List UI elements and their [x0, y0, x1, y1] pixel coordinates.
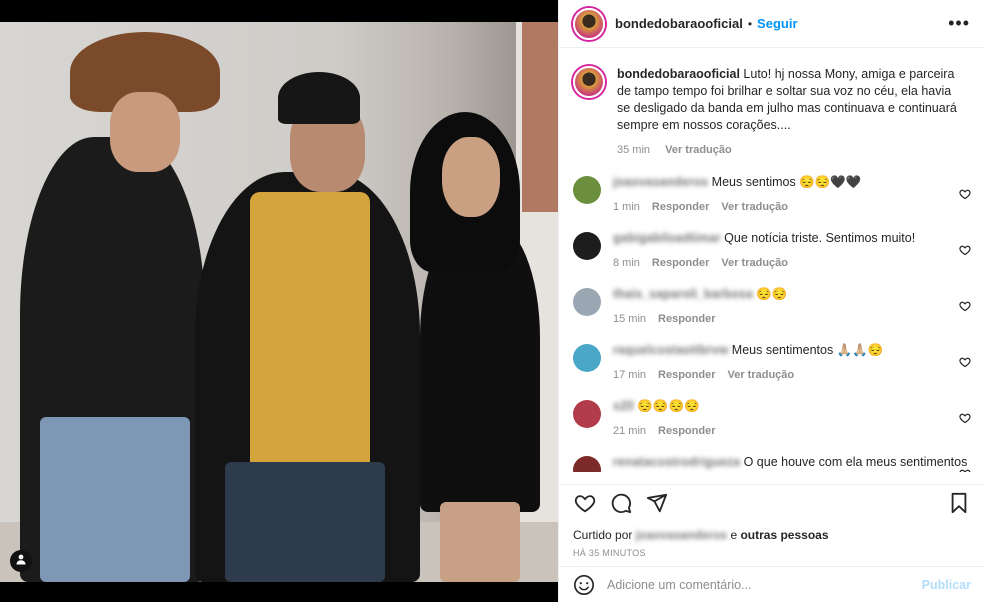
comment-like-heart-icon[interactable]	[959, 188, 971, 203]
add-comment-bar: Adicione um comentário... Publicar	[559, 566, 984, 602]
comment-avatar[interactable]	[573, 232, 601, 260]
comment-text: Meus sentimentos 🙏🏼🙏🏼😔	[731, 343, 884, 357]
comment-username[interactable]: gabigabiloadtimar	[613, 231, 721, 245]
photo-person-left-jeans	[40, 417, 190, 582]
comment-username[interactable]: thais_saparoli_barbosa	[613, 287, 753, 301]
comment-meta: 17 min Responder Ver tradução	[613, 367, 971, 384]
comment-meta: 8 min Responder Ver tradução	[613, 255, 971, 272]
comment-like-heart-icon[interactable]	[959, 244, 971, 259]
comment-translate-link[interactable]: Ver tradução	[728, 369, 795, 381]
comment-text: 😔😔	[756, 287, 788, 301]
photo-person-right-legs	[440, 502, 520, 582]
likes-user[interactable]: joaovasanderos	[636, 528, 727, 542]
comment-like-heart-icon[interactable]	[959, 300, 971, 315]
photo-person-center-jeans	[225, 462, 385, 582]
comment-username[interactable]: joaovasanderos	[613, 175, 708, 189]
comment-reply-button[interactable]: Responder	[658, 313, 715, 325]
comment-translate-link[interactable]: Ver tradução	[721, 257, 788, 269]
caption-time[interactable]: 35 min	[617, 144, 650, 156]
photo-person-center-cap	[278, 72, 360, 124]
comment-username[interactable]: raquelcostaottbrvw	[613, 343, 728, 357]
comment-row: joaovasanderos Meus sentimos 😔😔🖤🖤 1 min Re…	[573, 168, 971, 224]
action-bar	[559, 484, 984, 520]
comment-row: s2ll 😔😔😔😔 21 min Responder	[573, 392, 971, 448]
photo-picture-frame	[522, 22, 558, 212]
comment-input[interactable]: Adicione um comentário...	[607, 578, 922, 592]
photo-person-left-face	[110, 92, 180, 172]
likes-prefix: Curtido por	[573, 528, 633, 542]
caption-avatar[interactable]	[573, 66, 605, 98]
comment-avatar[interactable]	[573, 456, 601, 472]
comment-icon[interactable]	[609, 491, 633, 515]
comment-row: renatacostrodrigueza O que houve com ela…	[573, 448, 971, 472]
comment-time[interactable]: 8 min	[613, 257, 640, 269]
caption-translate-link[interactable]: Ver tradução	[665, 144, 732, 156]
comment-text: Que notícia triste. Sentimos muito!	[724, 231, 916, 245]
comments-list[interactable]: bondedobaraooficial Luto! hj nossa Mony,…	[559, 52, 984, 472]
header-separator: •	[747, 16, 753, 31]
comment-like-heart-icon[interactable]	[959, 468, 971, 472]
comment-row: gabigabiloadtimar Que notícia triste. Se…	[573, 224, 971, 280]
comment-translate-link[interactable]: Ver tradução	[721, 201, 788, 213]
comment-time[interactable]: 1 min	[613, 201, 640, 213]
comment-like-heart-icon[interactable]	[959, 412, 971, 427]
comment-text: 😔😔😔😔	[637, 399, 700, 413]
comment-avatar[interactable]	[573, 344, 601, 372]
comment-avatar[interactable]	[573, 400, 601, 428]
likes-summary: Curtido por joaovasanderos e outras pess…	[573, 528, 829, 542]
comment-avatar[interactable]	[573, 176, 601, 204]
comment-time[interactable]: 17 min	[613, 369, 646, 381]
comment-reply-button[interactable]: Responder	[652, 201, 709, 213]
photo-person-right-face	[442, 137, 500, 217]
post-header: bondedobaraooficial • Seguir •••	[559, 0, 984, 48]
header-username[interactable]: bondedobaraooficial	[615, 16, 743, 31]
comment-text: Meus sentimos 😔😔🖤🖤	[711, 175, 862, 189]
post-photo[interactable]	[0, 22, 558, 582]
emoji-icon[interactable]	[573, 574, 595, 596]
comment-meta: 21 min Responder	[613, 423, 971, 440]
comment-username[interactable]: renatacostrodrigueza	[613, 455, 740, 469]
photo-person-center-shirt	[250, 192, 370, 482]
comment-row: raquelcostaottbrvw Meus sentimentos 🙏🏼🙏🏼…	[573, 336, 971, 392]
comment-reply-button[interactable]: Responder	[652, 257, 709, 269]
likes-others-link[interactable]: outras pessoas	[740, 528, 828, 542]
comment-reply-button[interactable]: Responder	[658, 369, 715, 381]
comment-meta: 1 min Responder Ver tradução	[613, 199, 971, 216]
user-tag-icon[interactable]	[10, 550, 32, 572]
comment-time[interactable]: 21 min	[613, 425, 646, 437]
post-panel: bondedobaraooficial • Seguir ••• bondedo…	[558, 0, 984, 602]
comment-reply-button[interactable]: Responder	[658, 425, 715, 437]
follow-button[interactable]: Seguir	[757, 16, 797, 31]
comment-row: thais_saparoli_barbosa 😔😔 15 min Responder	[573, 280, 971, 336]
more-options-icon[interactable]: •••	[948, 13, 970, 34]
share-icon[interactable]	[645, 491, 669, 515]
likes-joiner: e	[730, 528, 738, 542]
bookmark-icon[interactable]	[947, 491, 971, 515]
caption: bondedobaraooficial Luto! hj nossa Mony,…	[573, 60, 971, 168]
profile-avatar[interactable]	[573, 7, 605, 40]
comment-time[interactable]: 15 min	[613, 313, 646, 325]
caption-username[interactable]: bondedobaraooficial	[617, 67, 740, 81]
comment-like-heart-icon[interactable]	[959, 356, 971, 371]
heart-icon[interactable]	[573, 491, 597, 515]
comment-username[interactable]: s2ll	[613, 399, 634, 413]
comment-avatar[interactable]	[573, 288, 601, 316]
publish-button[interactable]: Publicar	[922, 578, 971, 592]
post-time-ago[interactable]: HÁ 35 MINUTOS	[573, 548, 646, 558]
comment-meta: 15 min Responder	[613, 311, 971, 328]
